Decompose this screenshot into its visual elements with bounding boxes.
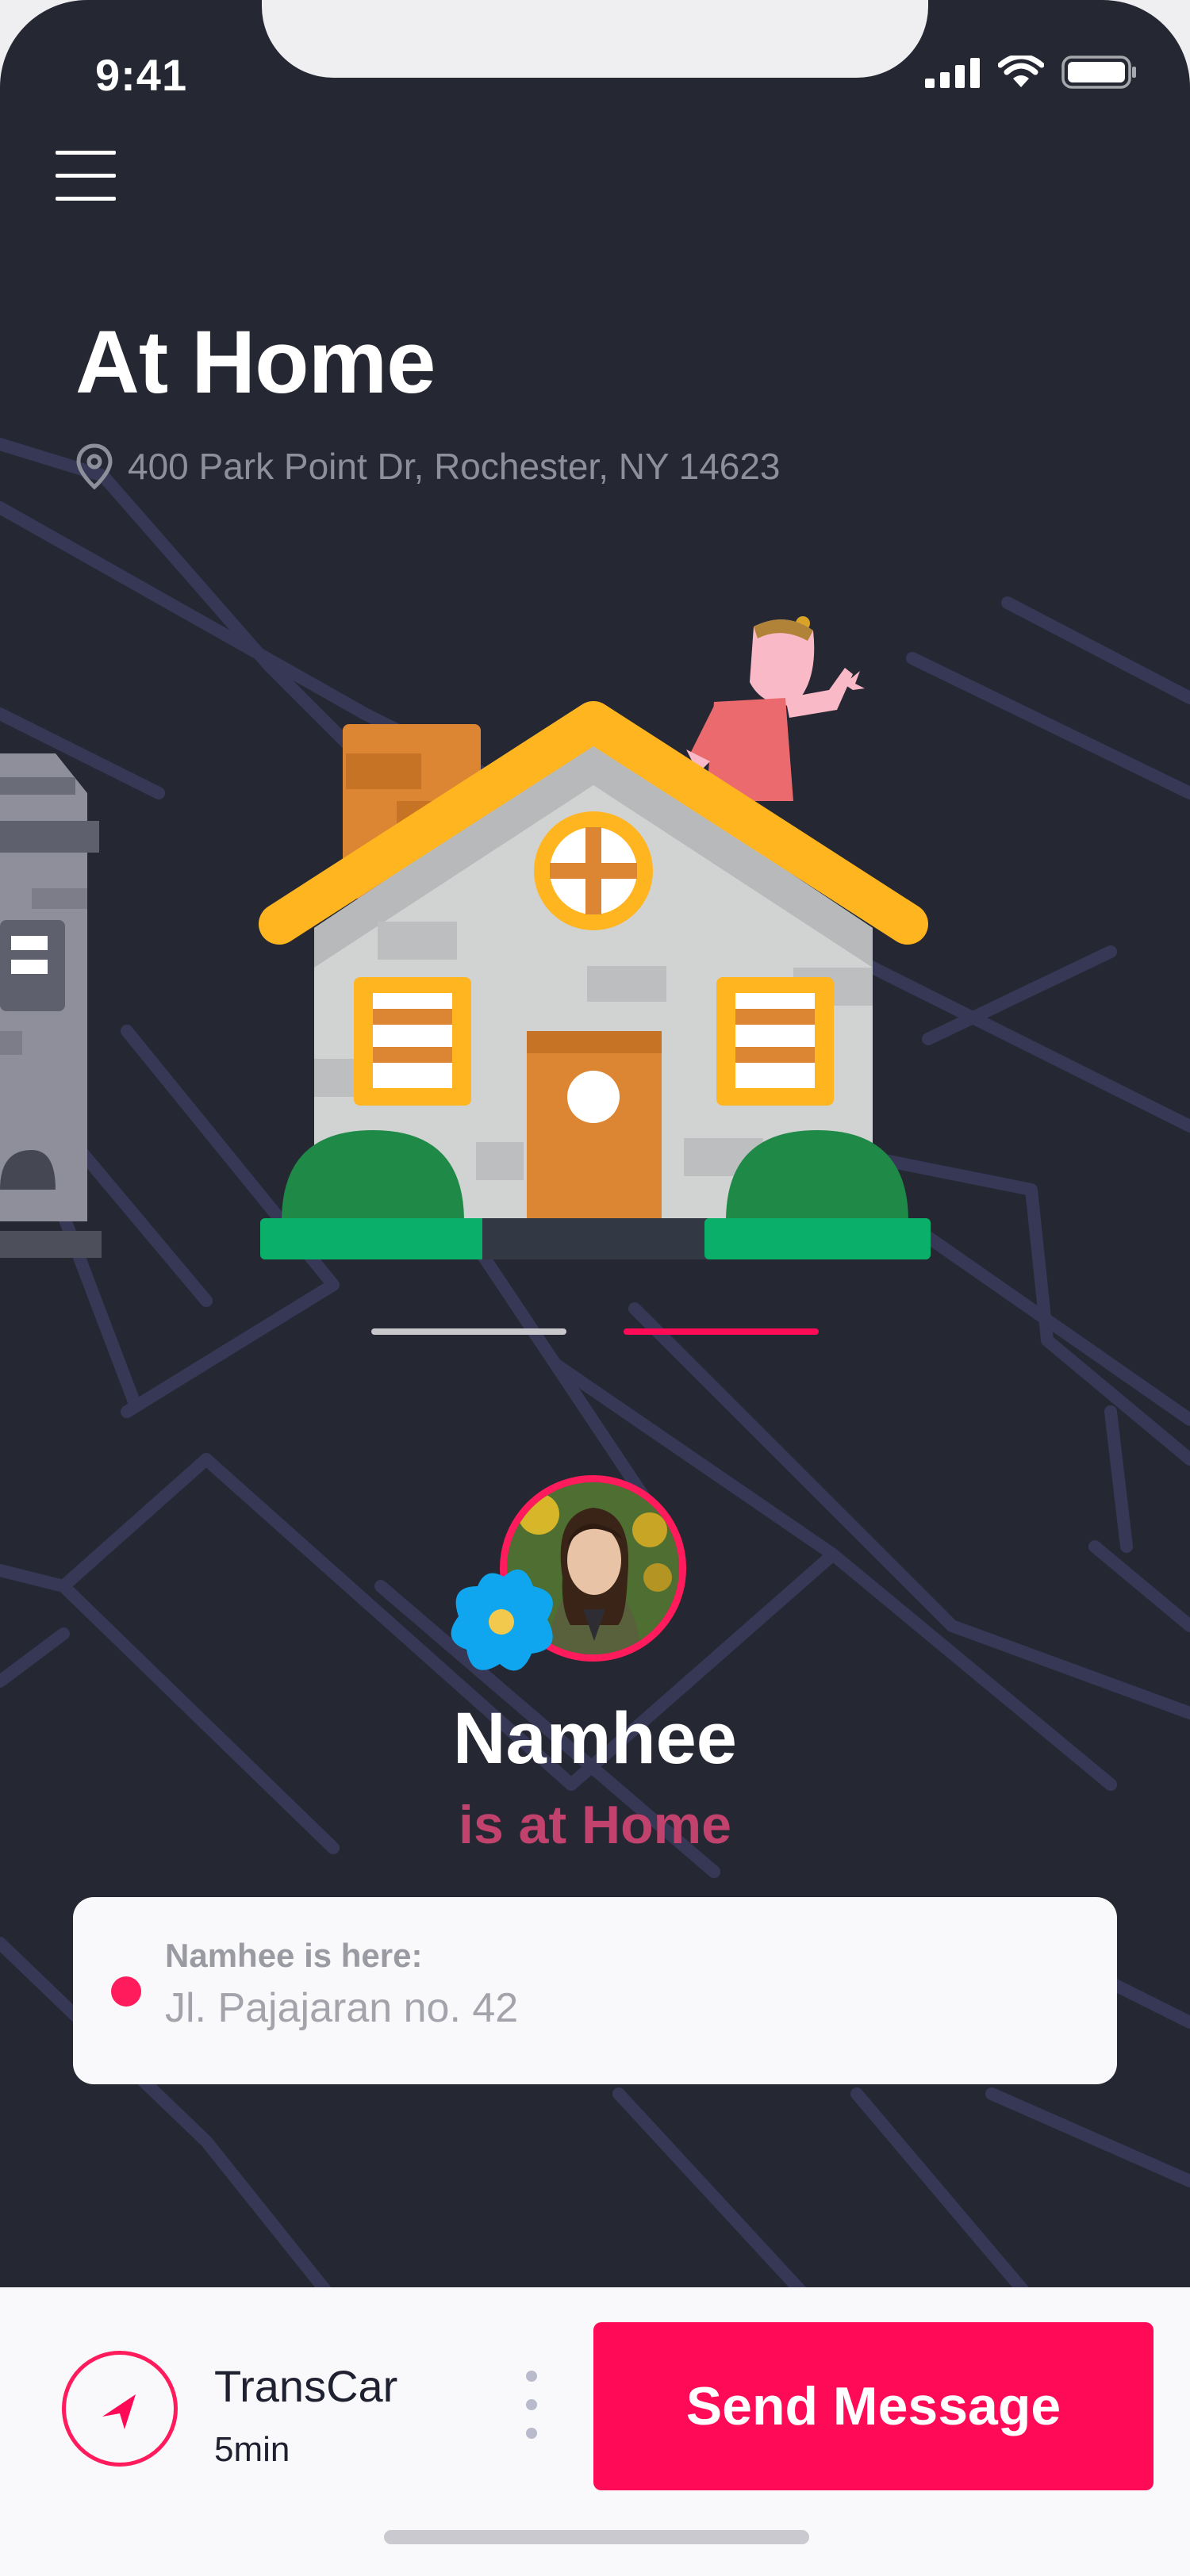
- waving-girl: [686, 616, 865, 801]
- carousel-pager: [0, 1328, 1190, 1336]
- flower-badge-icon: [451, 1569, 553, 1671]
- location-dot-icon: [111, 1976, 141, 2007]
- bottom-bar: TransCar 5min Send Message: [0, 2287, 1190, 2576]
- person-name: Namhee: [453, 1698, 737, 1779]
- send-message-button[interactable]: Send Message: [593, 2322, 1154, 2490]
- status-icons: [925, 56, 1138, 89]
- app-screen: 9:41 At Home 400 Park Point Dr, Rocheste…: [0, 0, 1190, 2576]
- avatar-group: [444, 1475, 698, 1681]
- house-illustration: [0, 616, 931, 1259]
- navigation-button[interactable]: [62, 2351, 178, 2467]
- address-row: 400 Park Point Dr, Rochester, NY 14623: [75, 443, 781, 490]
- side-building: [0, 753, 102, 1258]
- location-pin-icon: [76, 443, 113, 490]
- person-status: is at Home: [459, 1795, 731, 1855]
- pager-dot-2-active[interactable]: [624, 1328, 819, 1335]
- status-time: 9:41: [95, 50, 188, 100]
- device-notch: [262, 0, 928, 78]
- page-title: At Home: [75, 312, 436, 412]
- pager-dot-1[interactable]: [371, 1328, 566, 1335]
- battery-icon: [1061, 56, 1136, 89]
- more-options-icon[interactable]: [524, 2371, 539, 2450]
- location-card-label: Namhee is here:: [165, 1937, 423, 1974]
- signal-icon: [925, 58, 980, 88]
- wifi-icon: [998, 56, 1044, 87]
- location-card[interactable]: Namhee is here: Jl. Pajajaran no. 42: [73, 1897, 1117, 2084]
- car-service-name: TransCar: [214, 2361, 398, 2411]
- navigation-arrow-icon: [102, 2394, 136, 2429]
- car-eta: 5min: [214, 2430, 290, 2469]
- hamburger-menu-icon[interactable]: [56, 151, 119, 206]
- address-text: 400 Park Point Dr, Rochester, NY 14623: [128, 446, 781, 487]
- location-card-value: Jl. Pajajaran no. 42: [165, 1985, 519, 2031]
- home-indicator[interactable]: [384, 2530, 809, 2544]
